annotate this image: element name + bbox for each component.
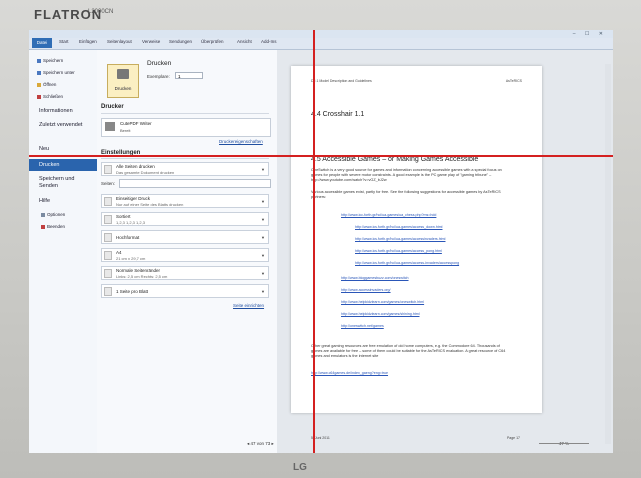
setting-paper-size[interactable]: A4 21 cm x 29,7 cm ▼ [101,248,269,262]
monitor-model: L2000CN [88,9,114,15]
page-header-left: D2.1 Model Description and Guidelines [311,79,372,83]
link-item[interactable]: http://www.ics.forth.gr/hci/ua-games/acc… [355,237,445,241]
portrait-icon [104,233,112,242]
pages-label: Seiten: [101,181,116,186]
print-preview: D2.1 Model Description and Guidelines As… [247,50,613,453]
tab-start[interactable]: Start [59,39,69,44]
save-icon [37,58,41,63]
tab-sendungen[interactable]: Sendungen [169,39,192,44]
close-icon [37,94,41,99]
preview-scrollbar[interactable] [605,64,611,444]
link-item[interactable]: http://www.accessinvaders.org/ [341,288,391,292]
printer-properties-link[interactable]: Druckereigenschaften [219,139,263,144]
page-footer-right: Page 17 [506,436,520,440]
nav-save-as[interactable]: Speichern unter [37,70,75,75]
tab-ueberpruefen[interactable]: Überprüfen [201,39,224,44]
divider [101,113,269,114]
link-item[interactable]: http://www.bloggamesbuzz.com/oneswitch [341,276,409,280]
paragraph-3: Other great gaming resources are free em… [311,344,506,358]
copies-label: Exemplare: [147,74,170,79]
tab-ansicht[interactable]: Ansicht [237,39,252,44]
options-icon [41,212,45,217]
chevron-down-icon: ▼ [261,271,265,276]
zoom-slider[interactable] [539,443,589,444]
nav-close[interactable]: Schließen [37,94,63,99]
tab-add-ins[interactable]: Add-Ins [261,39,277,44]
collate-icon [104,215,112,224]
setting-margins[interactable]: Normale Seitenränder Links: 2,5 cm Recht… [101,266,269,280]
chevron-down-icon: ▼ [261,217,265,222]
printer-header: Drucker [101,104,124,110]
crosshair-vertical-line [313,30,315,453]
link-item[interactable]: http://www.c64games.de/index_gaeng?eng=t… [311,371,388,375]
tab-verweise[interactable]: Verweise [142,39,160,44]
title-bar: – ☐ ✕ [29,30,613,38]
tab-einfuegen[interactable]: Einfügen [79,39,97,44]
backstage-nav: Speichern Speichern unter Öffnen Schließ… [29,50,98,453]
section-heading-44: 4.4 Crosshair 1.1 [311,111,365,118]
window-controls[interactable]: – ☐ ✕ [573,31,607,37]
nav-options[interactable]: Optionen [41,212,65,217]
link-item[interactable]: http://www.ics.forth.gr/hci/ua-games/acc… [355,249,442,253]
copies-input[interactable]: 1 [175,72,203,79]
link-item[interactable]: http://www.helpkidzlearn.com/games/shini… [341,312,420,316]
link-item[interactable]: http://www.ics.forth.gr/hci/ua-games/acc… [355,261,459,265]
section-heading-45: 4.5 Accessible Games – or Making Games A… [311,156,479,163]
folder-icon [37,82,41,87]
nav-new[interactable]: Neu [39,146,49,152]
nav-print-active[interactable]: Drucken [29,159,97,171]
nav-help[interactable]: Hilfe [39,198,50,204]
chevron-down-icon: ▼ [261,235,265,240]
nav-save-send[interactable]: Speichern und Senden [39,176,93,190]
chevron-down-icon: ▼ [261,199,265,204]
link-item[interactable]: http://www.ics.forth.gr/hci/ua-games/acc… [355,225,442,229]
chevron-down-icon: ▼ [261,253,265,258]
printer-select[interactable]: CutePDF Writer Bereit [101,118,271,137]
page-navigator[interactable]: ◂ 47 von 73 ▸ [247,441,274,447]
paper-icon [104,251,112,260]
chevron-down-icon: ▼ [261,167,265,172]
setting-print-range[interactable]: Alle Seiten drucken Das gesamte Dokument… [101,162,269,176]
single-side-icon [104,197,112,206]
crosshair-horizontal-line [29,155,613,157]
nav-save[interactable]: Speichern [37,58,63,63]
paragraph-1: OneSwitch is a very good source for game… [311,168,502,182]
paragraph-2: Various accessible games exist, partly f… [311,190,501,199]
print-settings-pane: Drucken Drucken Exemplare: 1 Drucker Cut… [97,50,277,453]
printer-device-icon [105,122,115,131]
tab-seitenlayout[interactable]: Seitenlayout [107,39,132,44]
print-title: Drucken [147,60,172,67]
printer-icon [117,69,129,79]
setting-orientation[interactable]: Hochformat ▼ [101,230,269,244]
print-button[interactable]: Drucken [107,64,139,98]
pages-input[interactable] [119,179,271,188]
setting-pages-per-sheet[interactable]: 1 Seite pro Blatt ▼ [101,284,269,298]
exit-icon [41,224,45,229]
page-setup-link[interactable]: Seite einrichten [233,303,264,308]
nav-open[interactable]: Öffnen [37,82,56,87]
nav-info[interactable]: Informationen [39,108,73,114]
tab-datei[interactable]: Datei [32,38,52,48]
margins-icon [104,269,112,278]
word-backstage-screen: – ☐ ✕ Datei Start Einfügen Seitenlayout … [29,30,613,453]
divider [101,158,269,159]
pages-icon [104,165,112,174]
nav-exit[interactable]: Beenden [41,224,65,229]
link-item[interactable]: http://oneswitch.net/games [341,324,384,328]
page-header-right: AsTeRICS [505,79,522,83]
save-as-icon [37,70,41,75]
ribbon-tabs: Datei Start Einfügen Seitenlayout Verwei… [29,38,613,50]
link-item[interactable]: http://www.helpkidzlearn.com/games/onesw… [341,300,424,304]
chevron-down-icon: ▼ [261,289,265,294]
nav-recent[interactable]: Zuletzt verwendet [39,122,93,129]
pages-per-sheet-icon [104,287,112,296]
setting-sides[interactable]: Einseitiger Druck Nur auf einer Seite de… [101,194,269,208]
preview-page: D2.1 Model Description and Guidelines As… [291,66,542,440]
setting-collation[interactable]: Sortiert 1,2,3 1,2,3 1,2,3 ▼ [101,212,269,226]
link-item[interactable]: http://www.icc-forth.gr/hci/ua-games/ua_… [341,213,436,217]
monitor-logo: LG [293,462,307,473]
